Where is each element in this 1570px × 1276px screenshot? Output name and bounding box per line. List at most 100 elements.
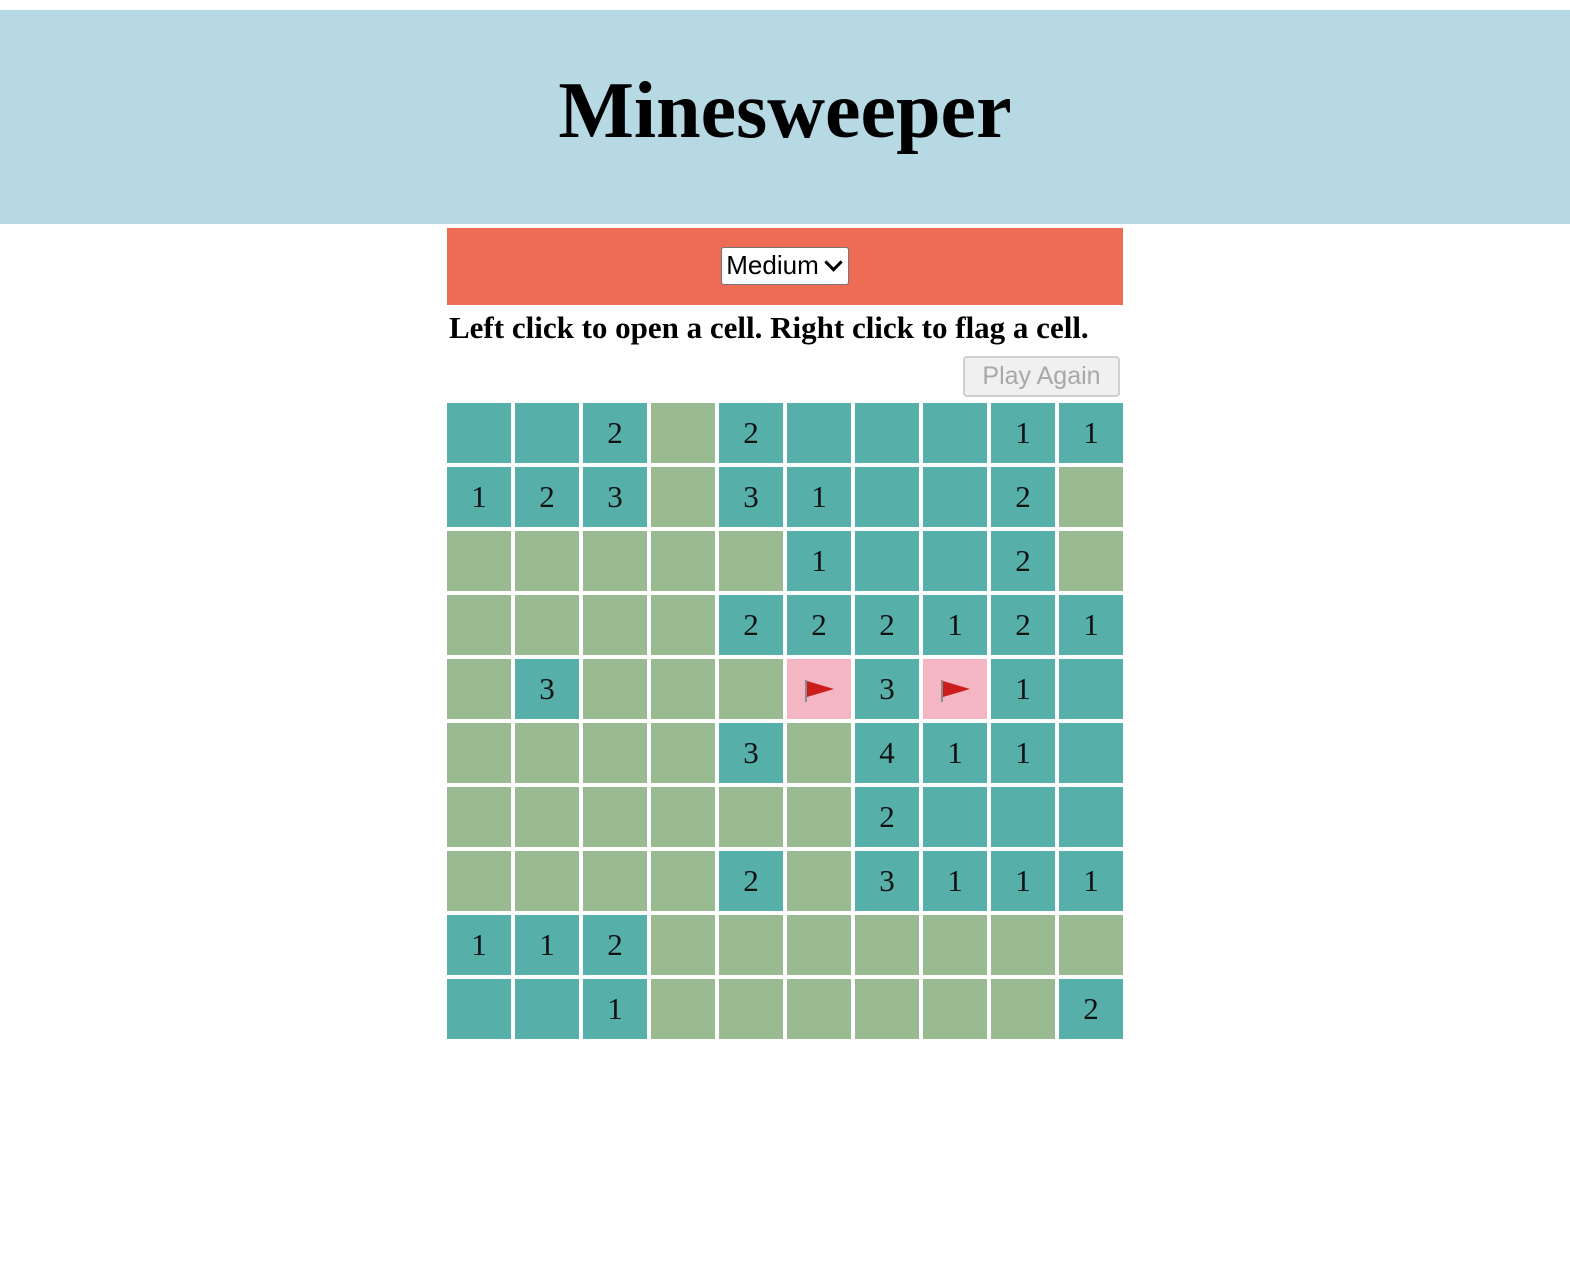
board-cell-closed[interactable]	[719, 659, 783, 719]
board-cell-open[interactable]: 2	[719, 595, 783, 655]
board-cell-open[interactable]: 1	[923, 723, 987, 783]
play-again-button[interactable]: Play Again	[963, 356, 1120, 397]
board-cell-open[interactable]: 3	[515, 659, 579, 719]
board-cell-open[interactable]	[923, 787, 987, 847]
board-cell-closed[interactable]	[651, 723, 715, 783]
board-cell-closed[interactable]	[923, 979, 987, 1039]
board-cell-closed[interactable]	[1059, 531, 1123, 591]
board-cell-closed[interactable]	[447, 659, 511, 719]
board-cell-open[interactable]	[855, 531, 919, 591]
board-cell-closed[interactable]	[583, 595, 647, 655]
board-cell-open[interactable]: 2	[583, 915, 647, 975]
board-cell-open[interactable]: 1	[787, 467, 851, 527]
difficulty-select[interactable]: Medium	[721, 246, 849, 285]
board-cell-closed[interactable]	[923, 915, 987, 975]
board-cell-closed[interactable]	[515, 851, 579, 911]
board-cell-open[interactable]: 2	[787, 595, 851, 655]
board-cell-open[interactable]: 4	[855, 723, 919, 783]
board-cell-open[interactable]: 1	[1059, 403, 1123, 463]
board-cell-open[interactable]: 1	[583, 979, 647, 1039]
board-cell-closed[interactable]	[651, 531, 715, 591]
board-cell-open[interactable]: 2	[855, 787, 919, 847]
board-cell-closed[interactable]	[719, 531, 783, 591]
board-cell-closed[interactable]	[651, 659, 715, 719]
board-cell-flagged[interactable]	[787, 659, 851, 719]
board-cell-open[interactable]	[855, 467, 919, 527]
board-cell-closed[interactable]	[583, 723, 647, 783]
board-cell-open[interactable]	[787, 403, 851, 463]
board-cell-closed[interactable]	[515, 531, 579, 591]
board-cell-open[interactable]: 1	[787, 531, 851, 591]
board-cell-open[interactable]: 2	[719, 403, 783, 463]
board-cell-open[interactable]: 2	[991, 467, 1055, 527]
board-cell-closed[interactable]	[787, 787, 851, 847]
board-cell-open[interactable]	[1059, 659, 1123, 719]
board-cell-flagged[interactable]	[923, 659, 987, 719]
board-cell-open[interactable]	[923, 403, 987, 463]
board-cell-closed[interactable]	[515, 723, 579, 783]
board-cell-open[interactable]	[515, 979, 579, 1039]
board-cell-open[interactable]: 1	[923, 851, 987, 911]
board-cell-closed[interactable]	[651, 595, 715, 655]
board-cell-closed[interactable]	[583, 531, 647, 591]
board-cell-open[interactable]	[923, 467, 987, 527]
board-cell-closed[interactable]	[583, 659, 647, 719]
board-cell-open[interactable]: 1	[991, 723, 1055, 783]
board-cell-open[interactable]: 1	[923, 595, 987, 655]
board-cell-open[interactable]: 3	[855, 659, 919, 719]
board-cell-open[interactable]: 1	[991, 851, 1055, 911]
board-cell-closed[interactable]	[719, 979, 783, 1039]
board-cell-open[interactable]: 3	[583, 467, 647, 527]
board-cell-open[interactable]: 2	[1059, 979, 1123, 1039]
board-cell-closed[interactable]	[719, 915, 783, 975]
board-cell-open[interactable]: 1	[515, 915, 579, 975]
board-cell-closed[interactable]	[787, 851, 851, 911]
board-cell-open[interactable]: 1	[991, 659, 1055, 719]
board-cell-open[interactable]	[1059, 723, 1123, 783]
board-cell-closed[interactable]	[651, 403, 715, 463]
board-cell-closed[interactable]	[447, 723, 511, 783]
board-cell-open[interactable]: 1	[1059, 595, 1123, 655]
board-cell-closed[interactable]	[855, 979, 919, 1039]
board-cell-open[interactable]: 2	[991, 595, 1055, 655]
board-cell-open[interactable]	[447, 979, 511, 1039]
board-cell-closed[interactable]	[787, 979, 851, 1039]
board-cell-closed[interactable]	[447, 787, 511, 847]
board-cell-open[interactable]	[1059, 787, 1123, 847]
board-cell-open[interactable]: 3	[719, 467, 783, 527]
board-cell-closed[interactable]	[787, 723, 851, 783]
board-cell-closed[interactable]	[1059, 915, 1123, 975]
board-cell-open[interactable]: 1	[1059, 851, 1123, 911]
board-cell-closed[interactable]	[515, 787, 579, 847]
board-cell-open[interactable]	[923, 531, 987, 591]
board-cell-closed[interactable]	[583, 787, 647, 847]
board-cell-closed[interactable]	[447, 851, 511, 911]
board-cell-closed[interactable]	[651, 467, 715, 527]
board-cell-open[interactable]: 2	[991, 531, 1055, 591]
board-cell-closed[interactable]	[1059, 467, 1123, 527]
board-cell-closed[interactable]	[787, 915, 851, 975]
board-cell-open[interactable]: 2	[719, 851, 783, 911]
board-cell-closed[interactable]	[447, 531, 511, 591]
board-cell-open[interactable]	[855, 403, 919, 463]
board-cell-open[interactable]: 1	[447, 467, 511, 527]
board-cell-closed[interactable]	[583, 851, 647, 911]
board-cell-open[interactable]: 3	[719, 723, 783, 783]
board-cell-closed[interactable]	[651, 851, 715, 911]
board-cell-open[interactable]: 2	[583, 403, 647, 463]
board-cell-open[interactable]: 3	[855, 851, 919, 911]
board-cell-closed[interactable]	[651, 787, 715, 847]
board-cell-open[interactable]	[515, 403, 579, 463]
board-cell-closed[interactable]	[991, 915, 1055, 975]
board-cell-closed[interactable]	[447, 595, 511, 655]
board-cell-open[interactable]	[447, 403, 511, 463]
board-cell-closed[interactable]	[651, 915, 715, 975]
board-cell-open[interactable]	[991, 787, 1055, 847]
board-cell-closed[interactable]	[719, 787, 783, 847]
board-cell-closed[interactable]	[855, 915, 919, 975]
board-cell-open[interactable]: 1	[447, 915, 511, 975]
board-cell-open[interactable]: 2	[515, 467, 579, 527]
board-cell-open[interactable]: 2	[855, 595, 919, 655]
board-cell-closed[interactable]	[991, 979, 1055, 1039]
board-cell-closed[interactable]	[651, 979, 715, 1039]
